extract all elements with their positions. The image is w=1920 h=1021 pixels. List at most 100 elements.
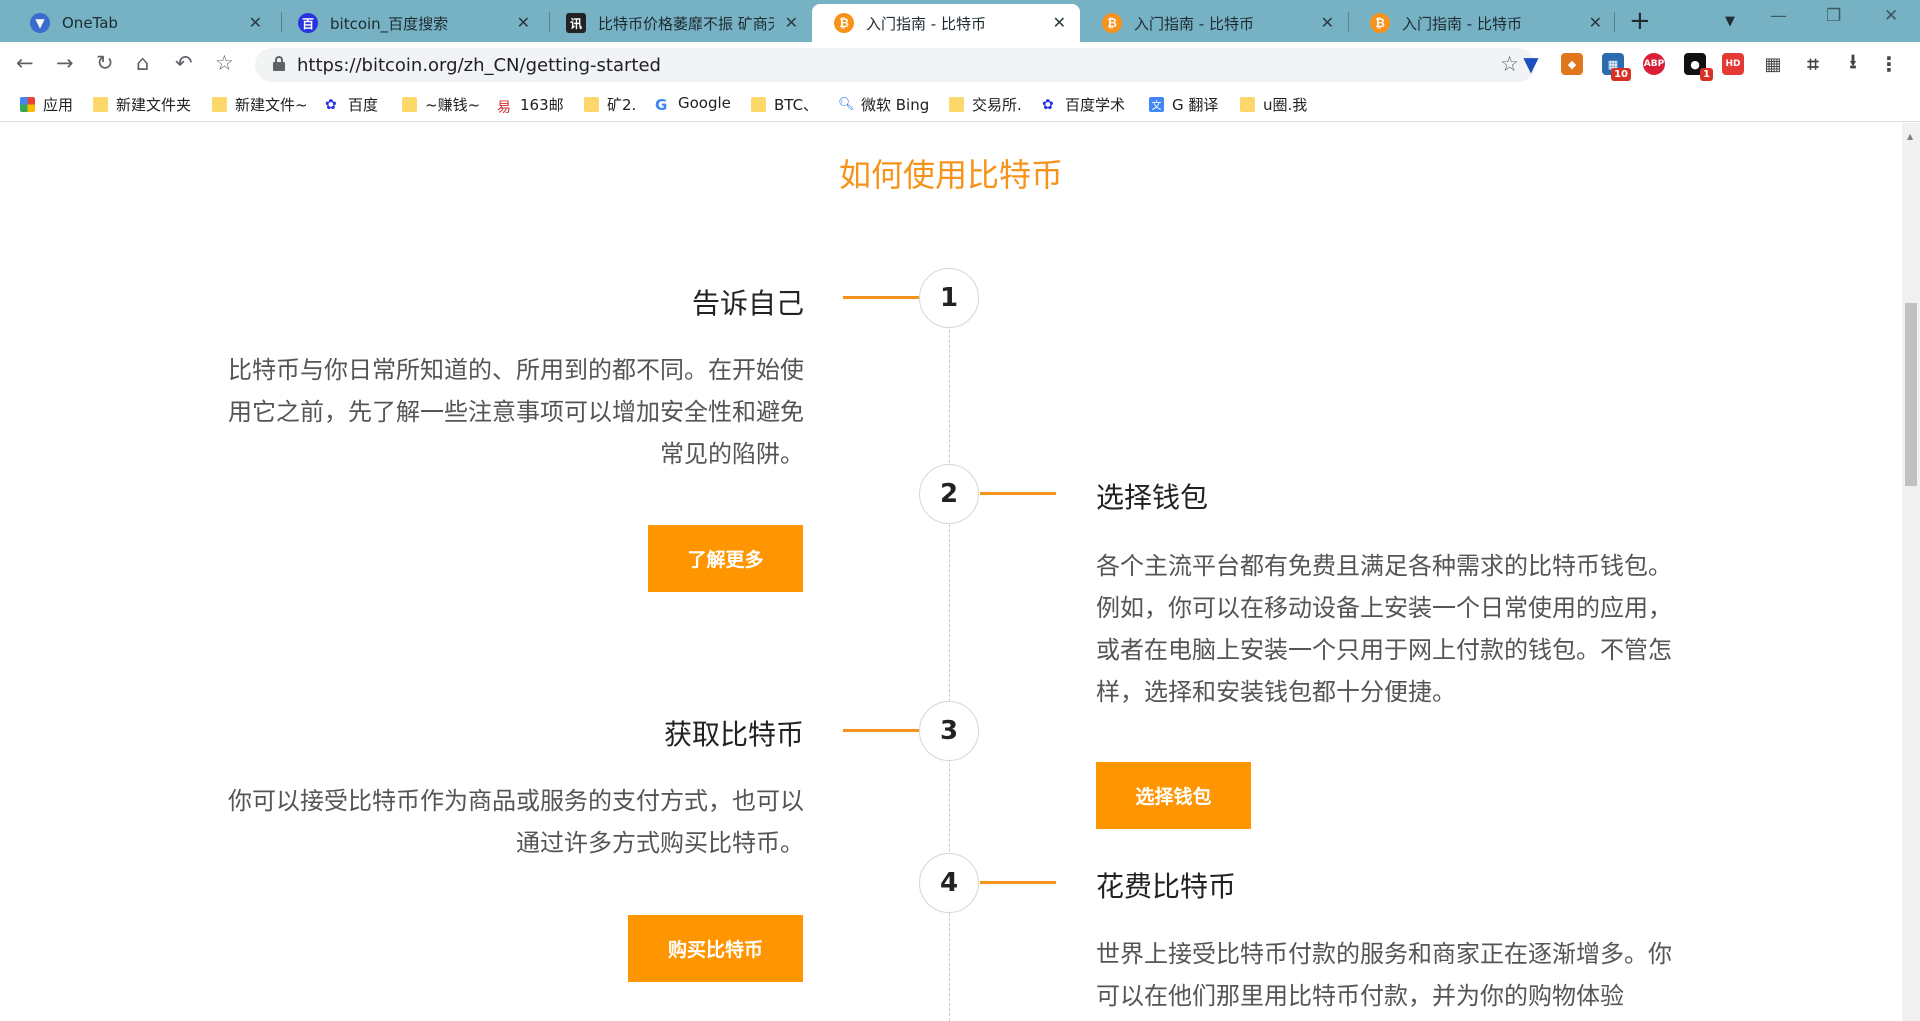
- step-connector: [980, 881, 1056, 884]
- tab-title: 入门指南 - 比特币: [866, 14, 986, 33]
- buy-bitcoin-button[interactable]: 购买比特币: [628, 915, 803, 982]
- back-arrow-icon[interactable]: ←: [16, 51, 34, 75]
- bookmark-google-translate[interactable]: 文 G 翻译: [1149, 94, 1218, 115]
- bookmark-folder[interactable]: 新建文件夹: [93, 94, 191, 115]
- bookmark-folder[interactable]: ~赚钱~: [402, 94, 480, 115]
- bookmark-baidu-scholar[interactable]: ✿ 百度学术: [1042, 94, 1125, 115]
- bitcoin-icon: ₿: [1370, 13, 1390, 33]
- step-number-circle: 3: [919, 701, 979, 761]
- step-description: 你可以接受比特币作为商品或服务的支付方式，也可以通过许多方式购买比特币。: [228, 787, 804, 857]
- step-number-circle: 4: [919, 853, 979, 913]
- bookmark-star-icon[interactable]: ☆: [1500, 52, 1519, 76]
- bookmark-folder[interactable]: 交易所.: [949, 94, 1022, 115]
- hd-extension-icon[interactable]: HD: [1722, 53, 1744, 75]
- step-description: 比特币与你日常所知道的、所用到的都不同。在开始使用它之前，先了解一些注意事项可以…: [228, 356, 804, 468]
- folder-icon: [1240, 97, 1255, 112]
- bookmark-folder[interactable]: 新建文件~: [212, 94, 308, 115]
- choose-wallet-button[interactable]: 选择钱包: [1096, 762, 1251, 829]
- lock-icon[interactable]: [273, 56, 285, 72]
- tab-getting-started-2[interactable]: ₿ 入门指南 - 比特币 ✕: [1080, 4, 1348, 42]
- close-icon[interactable]: ✕: [1589, 13, 1602, 32]
- minimize-icon[interactable]: —: [1770, 6, 1787, 26]
- tab-getting-started-3[interactable]: ₿ 入门指南 - 比特币 ✕: [1348, 4, 1616, 42]
- crop-icon[interactable]: ⌗: [1802, 52, 1824, 76]
- reload-icon[interactable]: ↻: [96, 51, 114, 75]
- bookmark-label: 交易所.: [972, 96, 1022, 114]
- apps-grid-icon: [20, 97, 35, 112]
- scrollbar-thumb[interactable]: [1905, 303, 1917, 486]
- bookmark-label: 应用: [43, 96, 74, 114]
- undo-icon[interactable]: ↶: [175, 51, 193, 75]
- bookmark-folder[interactable]: BTC、: [751, 94, 818, 115]
- extension-black-icon[interactable]: ● 1: [1684, 53, 1713, 81]
- restore-icon[interactable]: ❐: [1826, 6, 1841, 26]
- step-description: 世界上接受比特币付款的服务和商家正在逐渐增多。你可以在他们那里用比特币付款，并为…: [1096, 940, 1672, 1010]
- onetab-extension-icon[interactable]: ▼: [1520, 52, 1542, 76]
- google-icon: G: [655, 95, 668, 114]
- close-icon[interactable]: ✕: [785, 13, 798, 32]
- browser-toolbar: ← → ↻ ⌂ ↶ ☆ https://bitcoin.org/zh_CN/ge…: [0, 42, 1920, 88]
- hd-extension-label: HD: [1725, 59, 1741, 69]
- extension-badge: 1: [1700, 68, 1713, 81]
- folder-icon: [212, 97, 227, 112]
- bookmark-folder[interactable]: 矿2.: [584, 94, 636, 115]
- bookmark-label: 微软 Bing: [861, 96, 930, 114]
- bing-search-icon: 🔍︎: [838, 97, 855, 112]
- download-icon[interactable]: ⭳: [1842, 49, 1864, 75]
- home-icon[interactable]: ⌂: [136, 51, 149, 75]
- scroll-up-arrow-icon[interactable]: ▲: [1907, 132, 1913, 141]
- bookmark-label: ~赚钱~: [425, 96, 481, 114]
- adblock-plus-icon[interactable]: ABP: [1643, 53, 1665, 75]
- tab-onetab[interactable]: ▼ OneTab ✕: [8, 4, 276, 42]
- bookmark-google[interactable]: G Google: [655, 94, 731, 114]
- bookmark-163[interactable]: 易 163邮: [497, 94, 564, 116]
- bitcoin-icon: ₿: [834, 13, 854, 33]
- extensions-puzzle-icon[interactable]: ▦: [1762, 53, 1784, 75]
- folder-icon: [949, 97, 964, 112]
- close-icon[interactable]: ✕: [517, 13, 530, 32]
- tab-title: 入门指南 - 比特币: [1402, 14, 1522, 33]
- new-tab-button[interactable]: +: [1629, 6, 1651, 36]
- bitcoin-icon: ₿: [1102, 13, 1122, 33]
- url-text[interactable]: https://bitcoin.org/zh_CN/getting-starte…: [297, 55, 661, 76]
- bookmark-label: u圈.我: [1263, 96, 1308, 114]
- star-bookmark-icon[interactable]: ☆: [215, 51, 234, 75]
- close-icon[interactable]: ✕: [1053, 13, 1066, 32]
- extension-grid-icon[interactable]: ▦ 10: [1602, 53, 1631, 81]
- close-icon[interactable]: ✕: [249, 13, 262, 32]
- bookmark-label: 163邮: [520, 96, 564, 114]
- step-number-circle: 2: [919, 464, 979, 524]
- metamask-fox-icon[interactable]: ◆: [1561, 53, 1583, 75]
- bookmark-apps[interactable]: 应用: [20, 94, 73, 115]
- news-icon: 讯: [566, 13, 586, 33]
- baidu-icon: ✿: [1042, 97, 1054, 113]
- bookmark-label: 新建文件夹: [116, 96, 192, 114]
- close-icon[interactable]: ✕: [1321, 13, 1334, 32]
- netease-icon: 易: [497, 100, 511, 116]
- bookmark-bing[interactable]: 🔍︎ 微软 Bing: [838, 94, 929, 115]
- onetab-icon: ▼: [30, 13, 50, 33]
- tab-search-chevron-icon[interactable]: ▼: [1725, 14, 1735, 29]
- tab-strip: ▼ OneTab ✕ 百 bitcoin_百度搜索 ✕ 讯 比特币价格萎靡不振 …: [0, 0, 1920, 42]
- learn-more-button[interactable]: 了解更多: [648, 525, 803, 592]
- page-scrollbar[interactable]: ▲: [1902, 123, 1920, 1021]
- bookmark-label: G 翻译: [1172, 96, 1219, 114]
- bookmark-folder[interactable]: u圈.我: [1240, 94, 1307, 115]
- extension-badge: 10: [1611, 68, 1631, 81]
- tab-baidu-search[interactable]: 百 bitcoin_百度搜索 ✕: [276, 4, 544, 42]
- window-close-icon[interactable]: ✕: [1884, 6, 1898, 26]
- baidu-icon: ✿: [325, 97, 337, 113]
- tab-news[interactable]: 讯 比特币价格萎靡不振 矿商无 ✕: [544, 4, 812, 42]
- bookmark-baidu[interactable]: ✿ 百度: [325, 94, 378, 115]
- step-title: 告诉自己: [691, 287, 804, 320]
- folder-icon: [93, 97, 108, 112]
- step-number-circle: 1: [919, 268, 979, 328]
- forward-arrow-icon[interactable]: →: [56, 51, 74, 75]
- tab-getting-started-active[interactable]: ₿ 入门指南 - 比特币 ✕: [812, 4, 1080, 42]
- bookmark-label: 百度学术: [1065, 96, 1126, 114]
- bookmark-label: 百度: [348, 96, 379, 114]
- more-menu-icon[interactable]: ⋮: [1878, 52, 1900, 76]
- tab-title: 比特币价格萎靡不振 矿商无: [598, 14, 774, 33]
- address-bar[interactable]: https://bitcoin.org/zh_CN/getting-starte…: [255, 48, 1535, 82]
- step-title: 获取比特币: [663, 718, 804, 751]
